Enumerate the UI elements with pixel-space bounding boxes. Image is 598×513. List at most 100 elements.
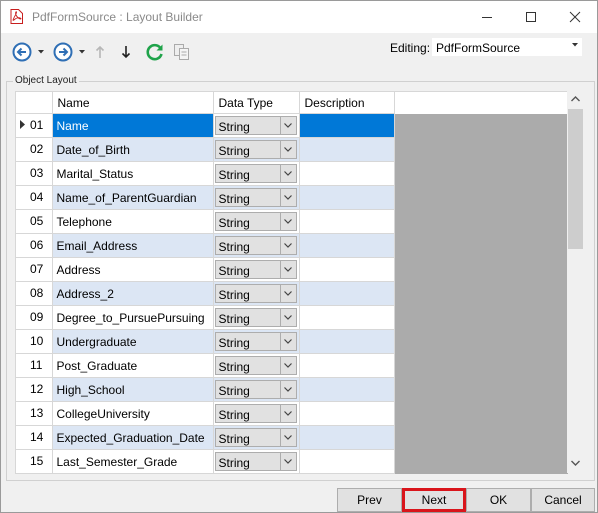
row-header[interactable]: 05 (16, 209, 53, 234)
move-down-icon[interactable] (121, 45, 131, 59)
combo-dropdown-button[interactable] (279, 117, 296, 134)
table-row[interactable]: 01 Name String (16, 113, 395, 138)
description-cell[interactable] (299, 185, 395, 210)
data-type-combo[interactable]: String (214, 212, 297, 231)
forward-arrow-icon[interactable] (53, 42, 73, 62)
name-cell[interactable]: Name_of_ParentGuardian (52, 185, 214, 210)
name-cell[interactable]: Text1 (52, 473, 214, 474)
row-header[interactable]: 04 (16, 185, 53, 210)
row-header[interactable]: 03 (16, 161, 53, 186)
editing-select[interactable]: PdfFormSource (432, 38, 582, 56)
description-cell[interactable] (299, 233, 395, 258)
data-type-cell[interactable]: String (213, 449, 300, 474)
description-cell[interactable] (299, 377, 395, 402)
scroll-up-icon[interactable] (571, 96, 580, 102)
table-row[interactable]: 16Text1String (16, 473, 395, 474)
combo-dropdown-button[interactable] (279, 189, 296, 206)
prev-button[interactable]: Prev (337, 488, 402, 512)
cancel-button[interactable]: Cancel (531, 488, 595, 512)
data-type-cell[interactable]: String (213, 329, 300, 354)
name-cell[interactable]: High_School (52, 377, 214, 402)
move-up-icon[interactable] (95, 45, 105, 59)
description-cell[interactable] (299, 425, 395, 450)
name-cell[interactable]: Name (52, 113, 214, 138)
table-row[interactable]: 04 Name_of_ParentGuardian String (16, 185, 395, 210)
scrollbar-thumb[interactable] (568, 109, 583, 249)
column-header-data-type[interactable]: Data Type (213, 92, 300, 114)
data-type-cell[interactable]: String (213, 377, 300, 402)
column-header-description[interactable]: Description (299, 92, 395, 114)
combo-dropdown-button[interactable] (279, 357, 296, 374)
data-type-combo[interactable]: String (214, 308, 297, 327)
row-header[interactable]: 10 (16, 329, 53, 354)
combo-dropdown-button[interactable] (279, 285, 296, 302)
table-row[interactable]: 11 Post_Graduate String (16, 353, 395, 378)
row-header[interactable]: 15 (16, 449, 53, 474)
table-row[interactable]: 12 High_School String (16, 377, 395, 402)
row-header[interactable]: 02 (16, 137, 53, 162)
close-button[interactable] (553, 1, 597, 33)
data-type-cell[interactable]: String (213, 137, 300, 162)
table-row[interactable]: 08 Address_2 String (16, 281, 395, 306)
data-type-cell[interactable]: String (213, 425, 300, 450)
data-type-combo[interactable]: String (214, 260, 297, 279)
description-cell[interactable] (299, 209, 395, 234)
table-row[interactable]: 02 Date_of_Birth String (16, 137, 395, 162)
combo-dropdown-button[interactable] (279, 213, 296, 230)
row-header[interactable]: 09 (16, 305, 53, 330)
data-type-cell[interactable]: String (213, 257, 300, 282)
combo-dropdown-button[interactable] (279, 405, 296, 422)
data-type-combo[interactable]: String (214, 356, 297, 375)
description-cell[interactable] (299, 113, 395, 138)
back-dropdown-icon[interactable] (38, 50, 44, 54)
row-header[interactable]: 13 (16, 401, 53, 426)
data-type-cell[interactable]: String (213, 281, 300, 306)
name-cell[interactable]: Marital_Status (52, 161, 214, 186)
data-type-combo[interactable]: String (214, 140, 297, 159)
table-row[interactable]: 03 Marital_Status String (16, 161, 395, 186)
combo-dropdown-button[interactable] (279, 309, 296, 326)
name-cell[interactable]: Expected_Graduation_Date (52, 425, 214, 450)
combo-dropdown-button[interactable] (279, 261, 296, 278)
data-type-cell[interactable]: String (213, 473, 300, 474)
combo-dropdown-button[interactable] (279, 141, 296, 158)
combo-dropdown-button[interactable] (279, 429, 296, 446)
name-cell[interactable]: Last_Semester_Grade (52, 449, 214, 474)
table-row[interactable]: 07 Address String (16, 257, 395, 282)
description-cell[interactable] (299, 257, 395, 282)
data-type-combo[interactable]: String (214, 188, 297, 207)
name-cell[interactable]: CollegeUniversity (52, 401, 214, 426)
data-type-combo[interactable]: String (214, 404, 297, 423)
description-cell[interactable] (299, 449, 395, 474)
data-type-cell[interactable]: String (213, 209, 300, 234)
column-header-name[interactable]: Name (52, 92, 214, 114)
data-type-cell[interactable]: String (213, 305, 300, 330)
table-row[interactable]: 15 Last_Semester_Grade String (16, 449, 395, 474)
ok-button[interactable]: OK (466, 488, 531, 512)
next-button[interactable]: Next (402, 488, 466, 512)
maximize-button[interactable] (509, 1, 553, 33)
name-cell[interactable]: Email_Address (52, 233, 214, 258)
name-cell[interactable]: Telephone (52, 209, 214, 234)
table-row[interactable]: 10 Undergraduate String (16, 329, 395, 354)
combo-dropdown-button[interactable] (279, 453, 296, 470)
combo-dropdown-button[interactable] (279, 165, 296, 182)
table-row[interactable]: 06 Email_Address String (16, 233, 395, 258)
combo-dropdown-button[interactable] (279, 333, 296, 350)
data-type-cell[interactable]: String (213, 401, 300, 426)
row-header[interactable]: 01 (16, 113, 53, 138)
table-row[interactable]: 14 Expected_Graduation_Date String (16, 425, 395, 450)
name-cell[interactable]: Degree_to_PursuePursuing (52, 305, 214, 330)
data-type-cell[interactable]: String (213, 185, 300, 210)
description-cell[interactable] (299, 137, 395, 162)
data-type-combo[interactable]: String (214, 428, 297, 447)
description-cell[interactable] (299, 305, 395, 330)
row-header[interactable]: 16 (16, 473, 53, 474)
name-cell[interactable]: Post_Graduate (52, 353, 214, 378)
row-header[interactable]: 12 (16, 377, 53, 402)
description-cell[interactable] (299, 161, 395, 186)
name-cell[interactable]: Undergraduate (52, 329, 214, 354)
row-header[interactable]: 07 (16, 257, 53, 282)
data-type-combo[interactable]: String (214, 380, 297, 399)
description-cell[interactable] (299, 329, 395, 354)
